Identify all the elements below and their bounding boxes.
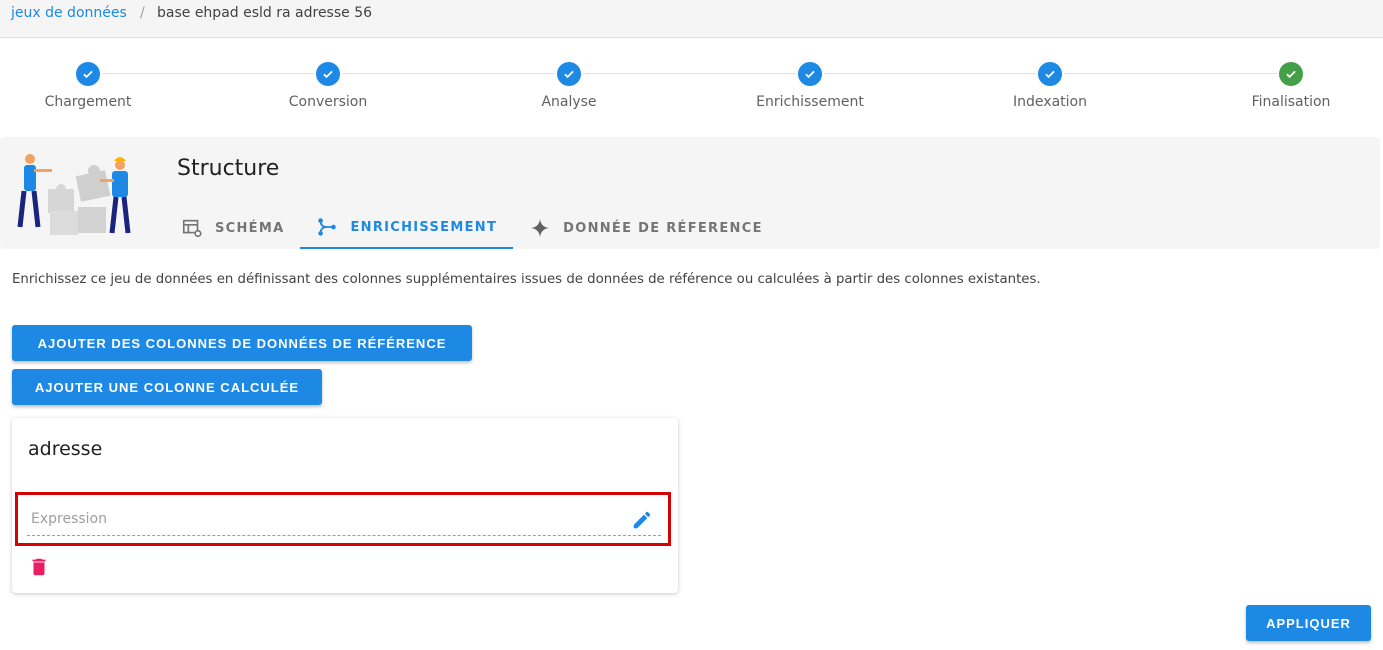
- apply-button[interactable]: APPLIQUER: [1246, 605, 1371, 641]
- step-analyse[interactable]: Analyse: [489, 60, 649, 110]
- tab-enrichissement[interactable]: ENRICHISSEMENT: [300, 207, 514, 249]
- step-label: Chargement: [44, 94, 132, 110]
- calculated-column-card: adresse Expression: [12, 418, 678, 593]
- structure-panel: Structure SCHÉMA ENRICHISSEMENT DONNÉE D: [0, 137, 1380, 249]
- merge-icon: [318, 218, 337, 236]
- step-label: Analyse: [541, 94, 597, 110]
- structure-title: Structure: [177, 156, 280, 181]
- step-indexation[interactable]: Indexation: [970, 60, 1130, 110]
- add-calculated-column-button[interactable]: AJOUTER UNE COLONNE CALCULÉE: [12, 369, 322, 405]
- tab-label: DONNÉE DE RÉFERENCE: [563, 220, 763, 236]
- check-icon: [1038, 62, 1062, 86]
- tab-schema[interactable]: SCHÉMA: [165, 207, 300, 249]
- expression-field[interactable]: Expression: [27, 500, 661, 536]
- step-chargement[interactable]: Chargement: [8, 60, 168, 110]
- step-label: Enrichissement: [756, 94, 864, 110]
- check-icon: [557, 62, 581, 86]
- pencil-icon[interactable]: [631, 509, 653, 531]
- enrichment-description: Enrichissez ce jeu de données en définis…: [12, 272, 1041, 287]
- sparkle-icon: [530, 218, 550, 238]
- trash-icon[interactable]: [28, 556, 50, 578]
- check-icon: [76, 62, 100, 86]
- expression-highlight-box: Expression: [15, 492, 671, 546]
- tab-label: ENRICHISSEMENT: [350, 219, 498, 235]
- step-label: Indexation: [1013, 94, 1087, 110]
- step-finalisation[interactable]: Finalisation: [1211, 60, 1371, 110]
- step-label: Conversion: [288, 94, 368, 110]
- breadcrumb-separator: /: [140, 5, 145, 21]
- process-stepper: Chargement Conversion Analyse Enrichisse…: [0, 60, 1383, 120]
- check-icon: [798, 62, 822, 86]
- table-cog-icon: [182, 219, 202, 238]
- check-icon: [316, 62, 340, 86]
- tab-donnee-reference[interactable]: DONNÉE DE RÉFERENCE: [513, 207, 779, 249]
- check-icon: [1279, 62, 1303, 86]
- breadcrumb-current: base ehpad esld ra adresse 56: [157, 5, 373, 21]
- step-label: Finalisation: [1251, 94, 1331, 110]
- tab-label: SCHÉMA: [215, 220, 285, 236]
- add-reference-columns-button[interactable]: AJOUTER DES COLONNES DE DONNÉES DE RÉFÉR…: [12, 325, 472, 361]
- expression-placeholder: Expression: [31, 511, 107, 527]
- column-name: adresse: [28, 438, 103, 460]
- breadcrumb: jeux de données / base ehpad esld ra adr…: [0, 0, 1383, 38]
- step-enrichissement[interactable]: Enrichissement: [730, 60, 890, 110]
- puzzle-people-illustration: [17, 154, 131, 235]
- breadcrumb-link-datasets[interactable]: jeux de données: [11, 5, 127, 21]
- step-conversion[interactable]: Conversion: [248, 60, 408, 110]
- structure-tabs: SCHÉMA ENRICHISSEMENT DONNÉE DE RÉFERENC…: [165, 207, 779, 249]
